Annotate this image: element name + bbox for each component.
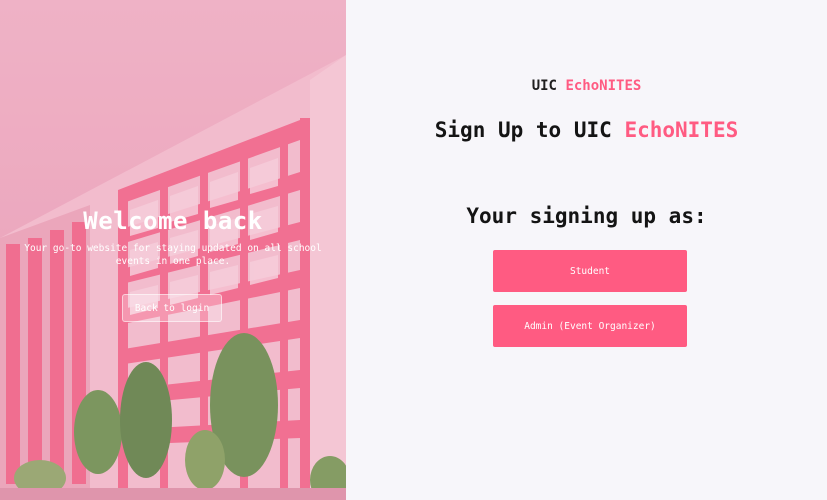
brand-prefix: UIC bbox=[531, 78, 557, 94]
page-title-prefix: Sign Up to UIC bbox=[434, 118, 612, 142]
admin-role-button[interactable]: Admin (Event Organizer) bbox=[493, 305, 687, 347]
hero-title: Welcome back bbox=[83, 207, 263, 235]
page-title: Sign Up to UIC EchoNITES bbox=[346, 118, 827, 142]
hero-panel: Welcome back Your go-to website for stay… bbox=[0, 0, 346, 500]
brand-logo-text: UIC EchoNITES bbox=[346, 78, 827, 94]
back-to-login-button[interactable]: Back to login bbox=[122, 294, 222, 322]
page-title-highlight: EchoNITES bbox=[624, 118, 739, 142]
hero-subtitle: Your go-to website for staying updated o… bbox=[24, 243, 322, 267]
student-role-button[interactable]: Student bbox=[493, 250, 687, 292]
role-prompt: Your signing up as: bbox=[466, 204, 707, 228]
signup-panel: UIC EchoNITES Sign Up to UIC EchoNITES Y… bbox=[346, 0, 827, 500]
brand-highlight: EchoNITES bbox=[565, 78, 642, 94]
